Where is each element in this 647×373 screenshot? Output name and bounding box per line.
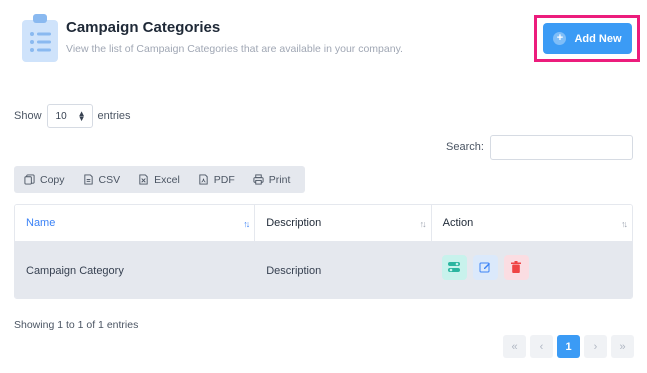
column-header-description[interactable]: Description ↑↓ bbox=[255, 205, 432, 241]
print-icon bbox=[253, 174, 264, 185]
show-label: Show bbox=[14, 110, 42, 122]
cell-name: Campaign Category bbox=[26, 264, 124, 277]
excel-file-icon bbox=[139, 174, 148, 185]
export-toolbar: Copy CSV Excel PDF Print bbox=[14, 166, 305, 193]
first-page-button[interactable]: « bbox=[503, 335, 526, 358]
add-new-button[interactable]: + Add New bbox=[543, 23, 632, 54]
csv-label: CSV bbox=[98, 173, 121, 186]
column-header-action[interactable]: Action ↑↓ bbox=[432, 205, 632, 241]
print-label: Print bbox=[268, 173, 291, 186]
page-subtitle: View the list of Campaign Categories tha… bbox=[66, 43, 403, 55]
pdf-file-icon bbox=[199, 174, 208, 185]
entries-select[interactable]: 10 ▲ ▼ bbox=[46, 104, 93, 128]
excel-button[interactable]: Excel bbox=[138, 174, 180, 186]
categories-table: Name ↑↓ Description ↑↓ Action ↑↓ Campaig… bbox=[14, 204, 633, 299]
clipboard-list-icon bbox=[22, 14, 58, 62]
table-header: Name ↑↓ Description ↑↓ Action ↑↓ bbox=[15, 205, 632, 242]
edit-icon bbox=[479, 262, 491, 273]
trash-icon bbox=[511, 261, 522, 273]
last-page-button[interactable]: » bbox=[611, 335, 634, 358]
add-new-label: Add New bbox=[574, 32, 622, 45]
pdf-label: PDF bbox=[213, 173, 235, 186]
toggle-icon bbox=[448, 262, 461, 272]
print-button[interactable]: Print bbox=[253, 173, 291, 186]
sort-icon: ↑↓ bbox=[419, 219, 427, 229]
updown-caret-icon: ▲ ▼ bbox=[77, 109, 86, 123]
column-name-label: Name bbox=[26, 217, 56, 229]
plus-icon: + bbox=[553, 32, 567, 45]
cell-description: Description bbox=[266, 264, 322, 277]
next-page-button[interactable]: › bbox=[584, 335, 607, 358]
toggle-status-button[interactable] bbox=[441, 254, 467, 280]
entries-select-value: 10 bbox=[55, 110, 67, 122]
column-action-label: Action bbox=[442, 217, 474, 229]
previous-page-button[interactable]: ‹ bbox=[530, 335, 553, 358]
entries-length-control: Show 10 ▲ ▼ entries bbox=[14, 104, 131, 128]
copy-icon bbox=[24, 174, 35, 185]
entries-label: entries bbox=[97, 110, 131, 122]
pagination: « ‹ 1 › » bbox=[503, 335, 634, 358]
cell-actions bbox=[432, 235, 632, 298]
page-1-button[interactable]: 1 bbox=[557, 335, 580, 358]
edit-button[interactable] bbox=[472, 254, 498, 280]
pdf-button[interactable]: PDF bbox=[198, 174, 235, 186]
copy-label: Copy bbox=[40, 173, 65, 186]
page-title: Campaign Categories bbox=[66, 19, 221, 36]
csv-file-icon bbox=[83, 174, 93, 185]
search-label: Search: bbox=[446, 141, 484, 153]
search-input[interactable] bbox=[490, 135, 633, 160]
sort-icon: ↑↓ bbox=[621, 219, 628, 229]
table-row: Campaign Category Description bbox=[15, 242, 632, 298]
copy-button[interactable]: Copy bbox=[24, 174, 65, 186]
csv-button[interactable]: CSV bbox=[83, 173, 121, 186]
excel-label: Excel bbox=[154, 173, 180, 186]
column-header-name[interactable]: Name ↑↓ bbox=[15, 205, 256, 241]
column-description-label: Description bbox=[266, 217, 322, 229]
sort-icon: ↑↓ bbox=[243, 219, 250, 229]
delete-button[interactable] bbox=[503, 254, 529, 280]
table-info: Showing 1 to 1 of 1 entries bbox=[14, 319, 139, 331]
